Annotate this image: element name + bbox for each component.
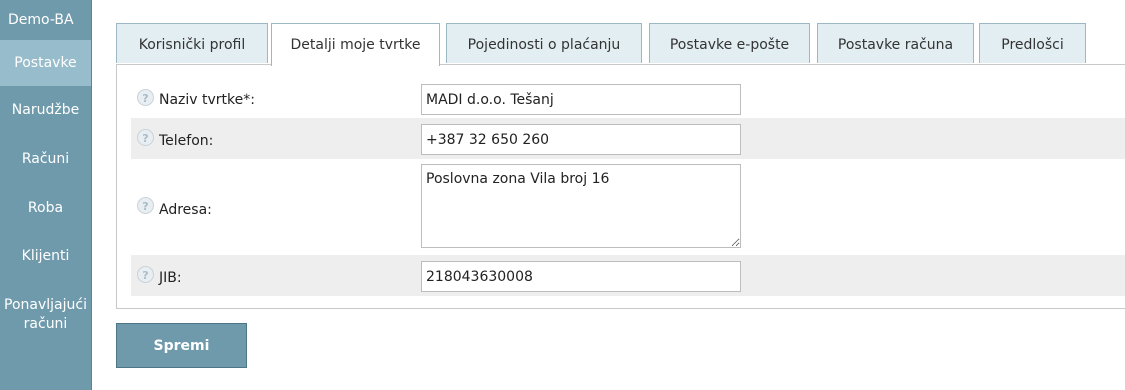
sidebar-item-postavke[interactable]: Postavke: [0, 40, 91, 86]
company-name-input[interactable]: [421, 84, 741, 115]
sidebar-item-label: Ponavljajući: [4, 297, 87, 313]
sidebar: Demo-BA Postavke Narudžbe Računi Roba Kl…: [0, 0, 92, 390]
phone-label: Telefon:: [159, 133, 214, 149]
company-name-label: Naziv tvrtke*:: [159, 92, 255, 108]
sidebar-item-narudzbe[interactable]: Narudžbe: [0, 102, 91, 118]
form-row-jib: ? JIB:: [131, 255, 1125, 296]
sidebar-brand[interactable]: Demo-BA: [0, 12, 91, 28]
sidebar-item-klijenti[interactable]: Klijenti: [0, 248, 91, 264]
form-row-address: ? Adresa: Poslovna zona Vila broj 16: [131, 159, 1125, 255]
sidebar-item-roba[interactable]: Roba: [0, 200, 91, 216]
address-textarea[interactable]: Poslovna zona Vila broj 16: [421, 164, 741, 248]
help-icon[interactable]: ?: [137, 129, 154, 146]
sidebar-item-racuni[interactable]: Računi: [0, 151, 91, 167]
tab-postavke-racuna[interactable]: Postavke računa: [817, 23, 974, 63]
form-row-phone: ? Telefon:: [131, 118, 1125, 159]
address-label: Adresa:: [159, 202, 212, 218]
help-icon[interactable]: ?: [137, 197, 154, 214]
tab-predlosci[interactable]: Predlošci: [979, 23, 1086, 63]
jib-input[interactable]: [421, 261, 741, 292]
help-icon[interactable]: ?: [137, 266, 154, 283]
tab-detalji-moje-tvrtke[interactable]: Detalji moje tvrtke: [271, 23, 440, 66]
save-button[interactable]: Spremi: [116, 323, 247, 368]
sidebar-item-label: računi: [23, 316, 68, 332]
tab-pojedinosti-o-placanju[interactable]: Pojedinosti o plaćanju: [446, 23, 642, 63]
jib-label: JIB:: [159, 270, 182, 286]
company-details-panel: ? Naziv tvrtke*: ? Telefon: ? Adresa: Po…: [116, 64, 1125, 309]
tab-korisnicki-profil[interactable]: Korisnički profil: [116, 23, 268, 63]
form-row-company-name: ? Naziv tvrtke*:: [131, 80, 1125, 118]
sidebar-item-ponavljajuci-racuni[interactable]: Ponavljajući računi: [0, 296, 91, 334]
help-icon[interactable]: ?: [137, 89, 154, 106]
phone-input[interactable]: [421, 124, 741, 155]
tab-postavke-e-poste[interactable]: Postavke e-pošte: [649, 23, 810, 63]
